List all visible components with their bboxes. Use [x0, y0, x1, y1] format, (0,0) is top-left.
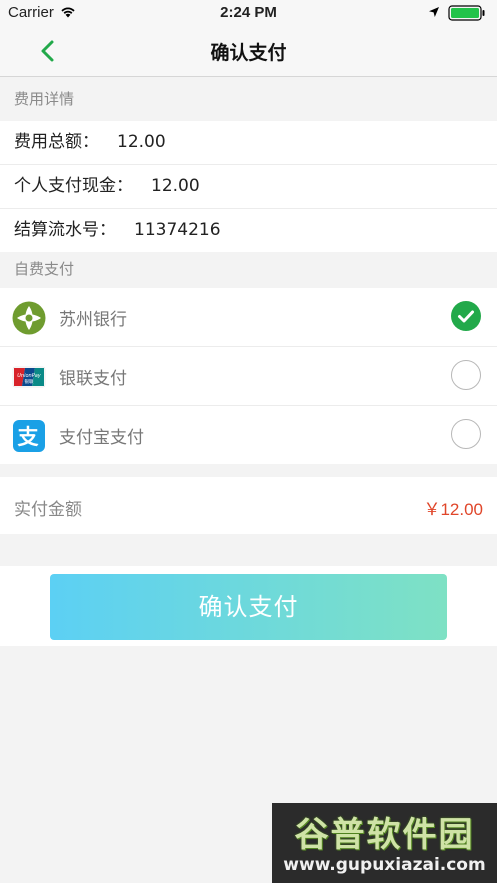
fee-total-value: 12.00: [117, 132, 166, 152]
radio-unchecked[interactable]: [451, 419, 481, 449]
watermark: 谷普软件园 www.gupuxiazai.com: [272, 803, 497, 883]
personal-cash-value: 12.00: [151, 176, 200, 196]
suzhou-bank-icon: [12, 301, 46, 335]
serial-number-value: 11374216: [134, 220, 221, 240]
nav-bar: 确认支付: [0, 26, 497, 77]
serial-number-label: 结算流水号：: [14, 220, 116, 240]
unionpay-icon: UnionPay 银联: [12, 366, 46, 388]
fee-details-header: 费用详情: [14, 90, 75, 108]
checkmark-icon: [458, 310, 474, 323]
svg-text:UnionPay: UnionPay: [17, 373, 42, 379]
clock: 2:24 PM: [220, 4, 277, 21]
personal-cash-row: 个人支付现金： 12.00: [0, 165, 497, 208]
pay-method-suzhou-bank[interactable]: 苏州银行: [0, 288, 497, 346]
confirm-pay-button[interactable]: 确认支付: [50, 574, 447, 640]
actual-amount-row: 实付金额 ￥12.00: [0, 477, 497, 534]
location-arrow-icon: [429, 7, 439, 17]
pay-method-alipay[interactable]: 支 支付宝支付: [0, 406, 497, 464]
status-bar: Carrier 2:24 PM: [0, 0, 497, 26]
radio-unchecked[interactable]: [451, 360, 481, 390]
actual-amount-label: 实付金额: [14, 500, 82, 520]
serial-number-row: 结算流水号： 11374216: [0, 209, 497, 252]
page-title: 确认支付: [210, 42, 287, 64]
radio-checked[interactable]: [451, 301, 481, 331]
svg-text:支: 支: [18, 425, 40, 449]
personal-cash-label: 个人支付现金：: [14, 176, 133, 196]
pay-method-label: 支付宝支付: [59, 428, 144, 448]
pay-method-label: 苏州银行: [59, 310, 127, 330]
fee-total-label: 费用总额：: [14, 132, 99, 152]
fee-total-row: 费用总额： 12.00: [0, 121, 497, 164]
pay-method-label: 银联支付: [59, 369, 127, 389]
battery-icon: [448, 5, 485, 21]
actual-amount-value: ￥12.00: [423, 500, 483, 519]
alipay-icon: 支: [13, 420, 45, 452]
confirm-button-area: 确认支付: [0, 566, 497, 646]
self-pay-header: 自费支付: [14, 260, 75, 278]
watermark-title: 谷普软件园: [294, 815, 475, 855]
watermark-url: www.gupuxiazai.com: [283, 855, 486, 875]
svg-text:银联: 银联: [25, 378, 34, 385]
pay-method-unionpay[interactable]: UnionPay 银联 银联支付: [0, 347, 497, 405]
